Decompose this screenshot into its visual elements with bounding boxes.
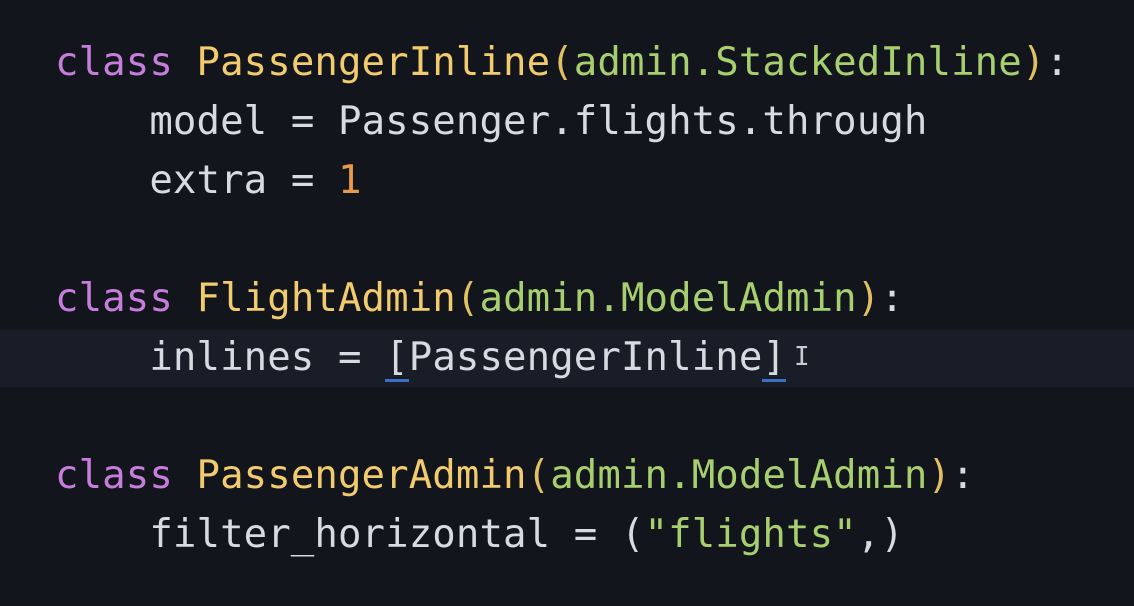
string-literal: "flights" (644, 512, 857, 557)
base-class: admin.ModelAdmin (479, 276, 857, 321)
base-class: admin.StackedInline (573, 40, 1022, 85)
attribute: extra (149, 158, 268, 203)
attribute: model (149, 99, 268, 144)
code-line: filter_horizontal = ("flights",) (149, 512, 904, 557)
class-name: PassengerInline (196, 40, 551, 85)
code-line: class PassengerAdmin(admin.ModelAdmin): (55, 453, 975, 498)
number-literal: 1 (337, 158, 362, 203)
value: PassengerInline (408, 335, 763, 380)
base-class: admin.ModelAdmin (550, 453, 928, 498)
code-line-current: inlines = [PassengerInline] I (55, 328, 1069, 387)
class-name: FlightAdmin (196, 276, 456, 321)
attribute: inlines (149, 335, 315, 380)
text-cursor-icon: I (794, 342, 810, 372)
code-line: class FlightAdmin(admin.ModelAdmin): (55, 276, 904, 321)
code-line: class PassengerInline(admin.StackedInlin… (55, 40, 1070, 85)
keyword: class (55, 40, 173, 85)
keyword: class (55, 453, 173, 498)
code-line: model = Passenger.flights.through (149, 99, 928, 144)
class-name: PassengerAdmin (196, 453, 527, 498)
code-line: extra = 1 (149, 158, 362, 203)
value: Passenger.flights.through (337, 99, 928, 144)
code-editor[interactable]: class PassengerInline(admin.StackedInlin… (55, 33, 1069, 564)
attribute: filter_horizontal (149, 512, 551, 557)
keyword: class (55, 276, 173, 321)
